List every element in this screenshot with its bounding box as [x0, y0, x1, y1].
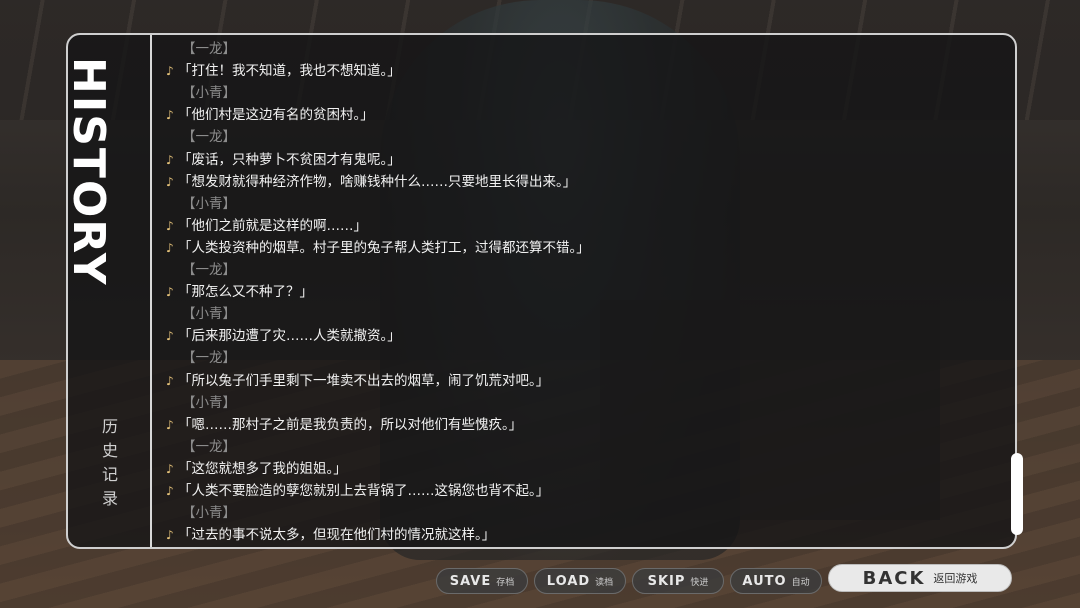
skip-button-sublabel: 快进 [690, 577, 709, 588]
music-note-icon[interactable]: ♪ [166, 108, 178, 122]
music-note-icon[interactable]: ♪ [166, 64, 178, 78]
auto-button-sublabel: 自动 [791, 577, 810, 588]
speaker-name: 【小青】 [182, 306, 236, 323]
dialog-line: ♪ 「废话，只种萝卜不贫困才有鬼呢。」 [166, 148, 401, 168]
music-note-icon[interactable]: ♪ [166, 528, 178, 542]
skip-button[interactable]: SKIP 快进 [632, 568, 724, 594]
scrollbar-thumb[interactable] [1011, 453, 1023, 535]
back-button-label: BACK [862, 567, 926, 589]
dialog-text: 「这您就想多了我的姐姐。」 [178, 460, 347, 477]
music-note-icon[interactable]: ♪ [166, 241, 178, 255]
music-note-icon[interactable]: ♪ [166, 175, 178, 189]
dialog-text: 「那怎么又不种了？」 [178, 284, 313, 301]
dialog-line: ♪ 「这您就想多了我的姐姐。」 [166, 457, 347, 477]
music-note-icon[interactable]: ♪ [166, 484, 178, 498]
dialog-line: ♪ 「打住！我不知道，我也不想知道。」 [166, 59, 401, 79]
dialog-line: ♪ 「他们村是这边有名的贫困村。」 [166, 103, 374, 123]
save-button[interactable]: SAVE 存档 [436, 568, 528, 594]
music-note-icon[interactable]: ♪ [166, 285, 178, 299]
speaker-name: 【一龙】 [182, 262, 236, 278]
dialog-line: ♪ 「所以兔子们手里剩下一堆卖不出去的烟草，闹了饥荒对吧。」 [166, 369, 549, 389]
speaker-name: 【小青】 [182, 195, 236, 212]
speaker-name: 【小青】 [182, 505, 236, 522]
speaker-name: 【一龙】 [182, 129, 236, 146]
history-title-text: HISTORY [66, 57, 114, 287]
dialog-text: 「过去的事不说太多，但现在他们村的情况就这样。」 [178, 527, 496, 544]
music-note-icon[interactable]: ♪ [166, 462, 178, 476]
dialog-text: 「他们村是这边有名的贫困村。」 [178, 107, 374, 124]
dialog-text: 「他们之前就是这样的啊……」 [178, 217, 367, 234]
history-subtitle-char: 史 [101, 441, 118, 460]
music-note-icon[interactable]: ♪ [166, 153, 178, 167]
speaker-name: 【小青】 [182, 85, 236, 102]
dialog-line: ♪ 「那怎么又不种了？」 [166, 280, 313, 300]
history-subtitle-char: 记 [101, 465, 118, 484]
dialog-line: ♪ 「他们之前就是这样的啊……」 [166, 214, 367, 234]
dialog-text: 「废话，只种萝卜不贫困才有鬼呢。」 [178, 151, 401, 168]
dialog-text: 「想发财就得种经济作物，啥赚钱种什么……只要地里长得出来。」 [178, 173, 577, 190]
speaker-name: 【小青】 [182, 394, 236, 411]
music-note-icon[interactable]: ♪ [166, 418, 178, 432]
dialog-line: ♪ 「人类投资种的烟草。村子里的兔子帮人类打工，过得都还算不错。」 [166, 236, 590, 256]
dialog-text: 「打住！我不知道，我也不想知道。」 [178, 63, 401, 80]
music-note-icon[interactable]: ♪ [166, 374, 178, 388]
dialog-text: 「所以兔子们手里剩下一堆卖不出去的烟草，闹了饥荒对吧。」 [178, 372, 550, 389]
back-button-sublabel: 返回游戏 [933, 572, 978, 585]
back-button[interactable]: BACK 返回游戏 [828, 564, 1012, 592]
speaker-name: 【一龙】 [182, 350, 236, 367]
music-note-icon[interactable]: ♪ [166, 219, 178, 233]
history-panel: HISTORY 历 史 记 录 【一龙】 ♪ 「打住！我不知道，我也不想知道。」 【小… [66, 33, 1017, 549]
skip-button-label: SKIP [647, 573, 686, 589]
load-button[interactable]: LOAD 读档 [534, 568, 626, 594]
history-subtitle-char: 历 [101, 417, 118, 436]
history-sidebar: HISTORY 历 史 记 录 [68, 35, 152, 547]
dialog-text: 「后来那边遭了灾……人类就撤资。」 [178, 328, 401, 345]
auto-button-label: AUTO [742, 573, 787, 589]
history-subtitle: 历 史 记 录 [98, 415, 122, 511]
auto-button[interactable]: AUTO 自动 [730, 568, 822, 594]
dialog-line: ♪ 「人类不要脸造的孽您就别上去背锅了……这锅您也背不起。」 [166, 479, 549, 499]
history-subtitle-char: 录 [101, 489, 118, 508]
dialog-text: 「人类投资种的烟草。村子里的兔子帮人类打工，过得都还算不错。」 [178, 239, 590, 256]
dialog-text: 「嗯……那村子之前是我负责的，所以对他们有些愧疚。」 [178, 416, 523, 433]
load-button-label: LOAD [546, 573, 591, 589]
speaker-name: 【一龙】 [182, 41, 236, 57]
dialog-line: ♪ 「过去的事不说太多，但现在他们村的情况就这样。」 [166, 523, 495, 543]
music-note-icon[interactable]: ♪ [166, 329, 178, 343]
history-log[interactable]: 【一龙】 ♪ 「打住！我不知道，我也不想知道。」 【小青】 ♪ 「他们村是这边有名的贫困村… [166, 35, 986, 547]
dialog-line: ♪ 「想发财就得种经济作物，啥赚钱种什么……只要地里长得出来。」 [166, 170, 576, 190]
speaker-name: 【一龙】 [182, 438, 236, 455]
dialog-line: ♪ 「嗯……那村子之前是我负责的，所以对他们有些愧疚。」 [166, 413, 522, 433]
dialog-line: ♪ 「后来那边遭了灾……人类就撤资。」 [166, 324, 401, 344]
dialog-text: 「人类不要脸造的孽您就别上去背锅了……这锅您也背不起。」 [178, 483, 550, 499]
save-button-label: SAVE [449, 573, 492, 589]
load-button-sublabel: 读档 [595, 577, 614, 588]
save-button-sublabel: 存档 [496, 577, 515, 588]
